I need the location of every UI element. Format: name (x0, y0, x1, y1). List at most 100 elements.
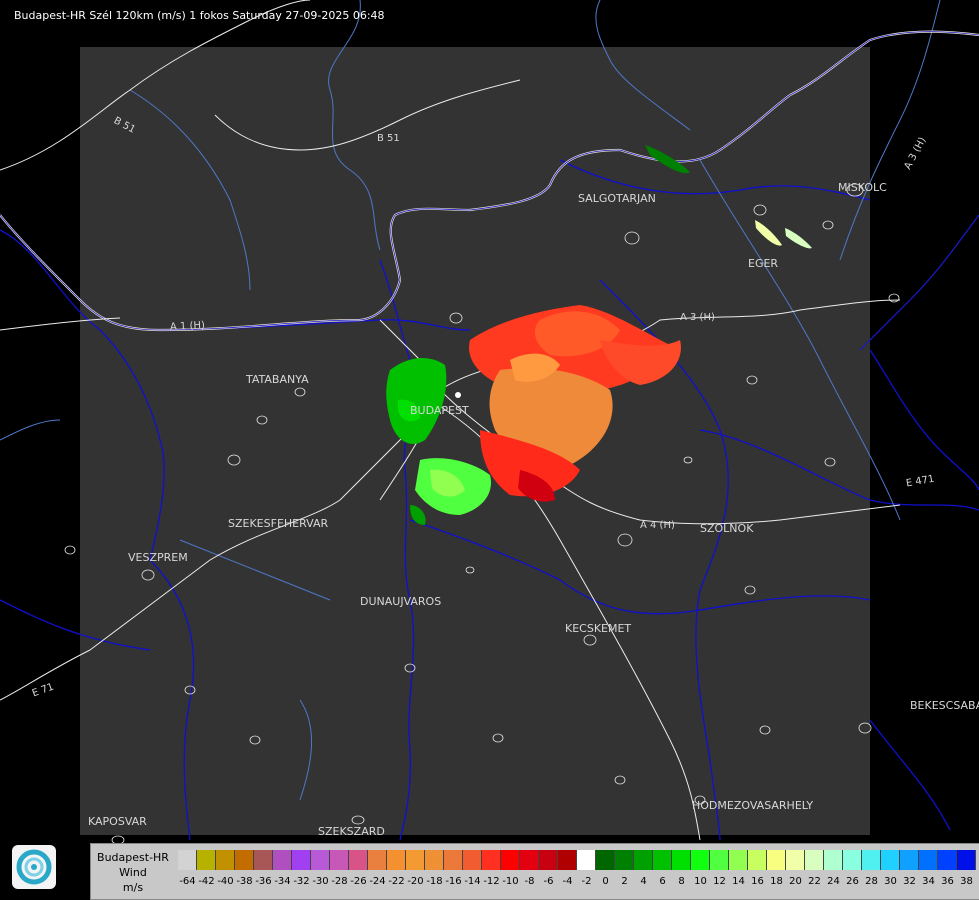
legend-swatch (178, 850, 197, 870)
legend-tick: 26 (846, 876, 859, 887)
legend-swatch (330, 850, 349, 870)
legend-tick: 20 (789, 876, 802, 887)
legend-swatch (444, 850, 463, 870)
road-label-a1: A 1 (H) (169, 320, 206, 333)
legend-tick: -12 (483, 876, 500, 887)
legend-tick: -20 (407, 876, 424, 887)
legend-tick: -22 (388, 876, 405, 887)
legend-swatch (957, 850, 976, 870)
legend-tick: -6 (543, 876, 554, 887)
legend-swatch (634, 850, 653, 870)
legend-tick: 14 (732, 876, 745, 887)
legend-tick: -26 (350, 876, 367, 887)
city-label-bekescsaba: BEKESCSABA (910, 699, 979, 712)
legend-tick: 2 (621, 876, 628, 887)
legend-swatch (767, 850, 786, 870)
legend-tick: -2 (581, 876, 592, 887)
legend-swatch (900, 850, 919, 870)
legend-swatch (615, 850, 634, 870)
legend-swatch (539, 850, 558, 870)
legend-swatch (710, 850, 729, 870)
legend-tick: 36 (941, 876, 954, 887)
city-label-budapest: BUDAPEST (410, 404, 469, 417)
legend-tick: -16 (445, 876, 462, 887)
legend-tick-labels: -64 -42 -40 -38 -36 -34 -32 -30 -28 -26 -24 -22 -20-… (178, 876, 979, 890)
legend-swatch (463, 850, 482, 870)
city-label-kaposvar: KAPOSVAR (88, 815, 147, 828)
legend-unit: m/s (122, 881, 144, 894)
legend-tick: 28 (865, 876, 878, 887)
legend-tick: -64 (179, 876, 196, 887)
legend-swatch (805, 850, 824, 870)
legend-tick: 4 (640, 876, 647, 887)
legend-tick: -18 (426, 876, 443, 887)
legend-swatch (501, 850, 520, 870)
road-label-a4: A 4 (H) (640, 520, 675, 531)
legend-tick: -38 (236, 876, 253, 887)
legend-tick: -42 (198, 876, 215, 887)
legend-tick: -10 (502, 876, 519, 887)
legend-swatch (748, 850, 767, 870)
legend-tick: 34 (922, 876, 935, 887)
road-label-b51-east: B 51 (377, 133, 400, 144)
legend-swatch (729, 850, 748, 870)
city-label-szekesfehervar: SZEKESFEHERVAR (228, 517, 329, 530)
city-label-tatabanya: TATABANYA (246, 373, 309, 386)
legend-swatch (387, 850, 406, 870)
legend-tick: 18 (770, 876, 783, 887)
legend-tick: 10 (694, 876, 707, 887)
city-label-hodmezovasarhely: HODMEZOVASARHELY (692, 799, 814, 812)
legend-swatch (881, 850, 900, 870)
legend-swatch (653, 850, 672, 870)
city-label-szekszard: SZEKSZARD (318, 825, 385, 838)
legend-swatch (216, 850, 235, 870)
legend-tick: -40 (217, 876, 234, 887)
city-label-eger: EGER (748, 257, 779, 270)
legend-tick: 16 (751, 876, 764, 887)
legend-swatch (824, 850, 843, 870)
city-label-dunaujvaros: DUNAUJVAROS (360, 595, 442, 608)
radar-site-marker (455, 392, 461, 398)
city-label-salgotarjan: SALGOTARJAN (578, 192, 656, 205)
legend-swatch (938, 850, 957, 870)
legend-swatch (672, 850, 691, 870)
legend-tick: 6 (659, 876, 666, 887)
legend-swatch (254, 850, 273, 870)
legend-tick: -24 (369, 876, 386, 887)
legend-tick: 22 (808, 876, 821, 887)
legend-swatch (520, 850, 539, 870)
city-label-kecskemet: KECSKEMET (565, 622, 632, 635)
legend-quantity: Wind (119, 866, 147, 879)
legend-swatch (368, 850, 387, 870)
legend-tick: 24 (827, 876, 840, 887)
legend-tick: -4 (562, 876, 573, 887)
legend-tick: -28 (331, 876, 348, 887)
legend-tick: 32 (903, 876, 916, 887)
legend-tick: 8 (678, 876, 685, 887)
legend-swatch (273, 850, 292, 870)
legend-tick: -32 (293, 876, 310, 887)
radar-coverage-area (80, 47, 870, 835)
city-label-miskolc: MISKOLC (838, 181, 887, 194)
legend-swatch (558, 850, 577, 870)
road-label-a3: A 3 (H) (680, 312, 715, 323)
legend-swatch (349, 850, 368, 870)
legend-tick: -30 (312, 876, 329, 887)
legend-tick: -14 (464, 876, 481, 887)
legend-swatch (197, 850, 216, 870)
legend-tick: 12 (713, 876, 726, 887)
legend-tick: 38 (960, 876, 973, 887)
legend-swatch (482, 850, 501, 870)
legend-swatch (691, 850, 710, 870)
legend-caption: Budapest-HR Wind m/s (91, 850, 175, 895)
legend-station: Budapest-HR (97, 851, 169, 864)
legend-swatch (919, 850, 938, 870)
legend-tick: -36 (255, 876, 272, 887)
legend-swatch (406, 850, 425, 870)
legend-swatch (425, 850, 444, 870)
legend-swatch (862, 850, 881, 870)
city-label-veszprem: VESZPREM (128, 551, 188, 564)
map-title: Budapest-HR Szél 120km (m/s) 1 fokos Sat… (14, 9, 385, 22)
legend-tick: -34 (274, 876, 291, 887)
legend-swatch (596, 850, 615, 870)
